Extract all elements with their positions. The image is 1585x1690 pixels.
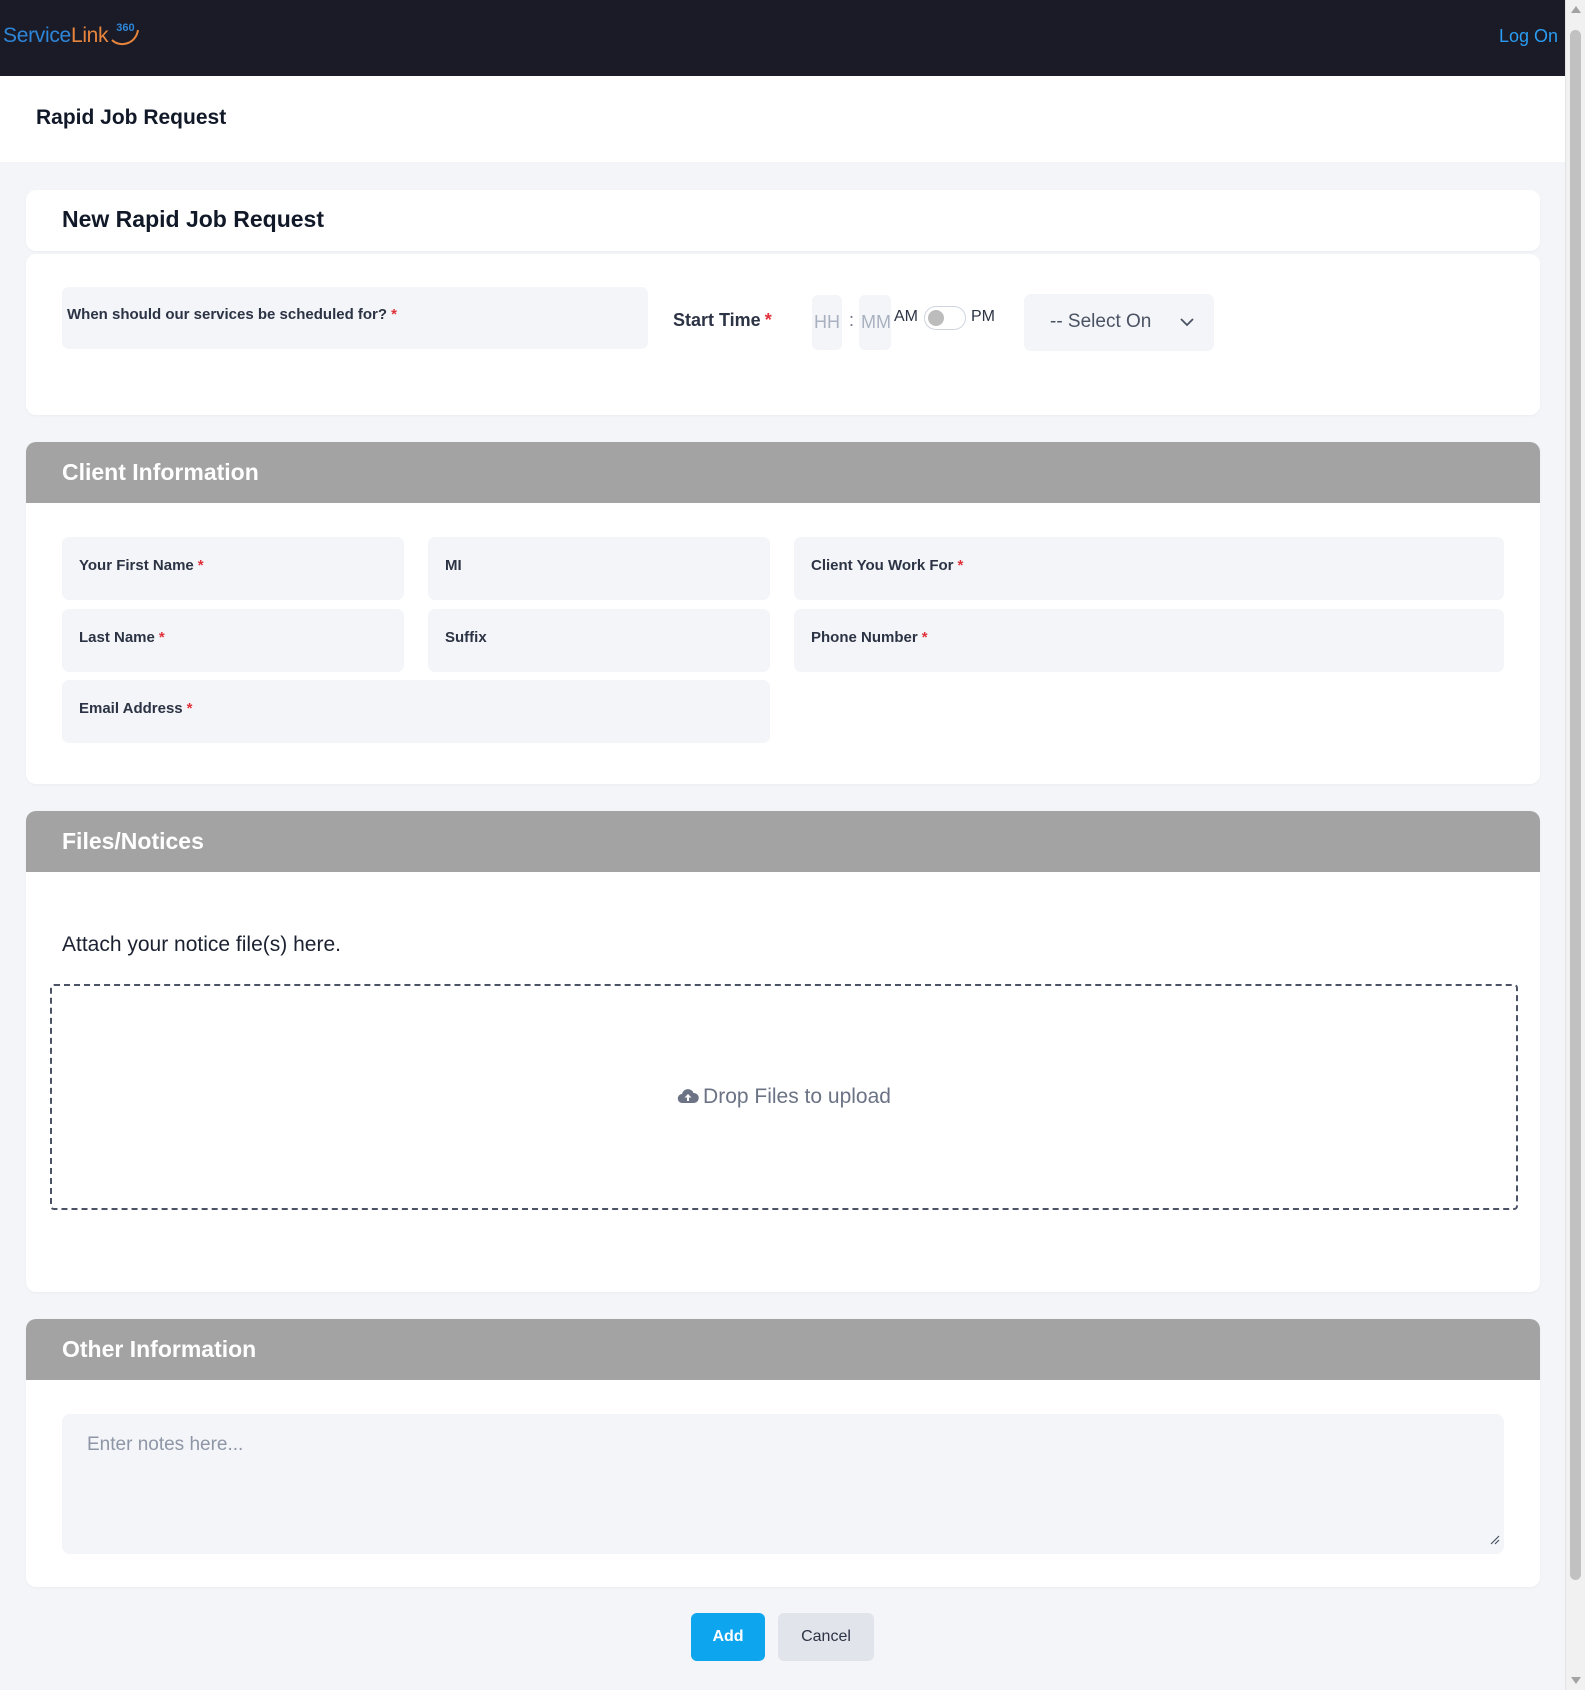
other-information-title: Other Information [62, 1336, 257, 1362]
logo-360-mark: 360 [110, 22, 140, 48]
page-title: Rapid Job Request [36, 106, 227, 129]
file-dropzone[interactable]: Drop Files to upload [50, 984, 1518, 1210]
files-notices-card: Files/Notices Attach your notice file(s)… [26, 811, 1540, 1292]
page-header: Rapid Job Request [0, 76, 1566, 162]
client-information-header: Client Information [26, 442, 1540, 503]
files-notices-title: Files/Notices [62, 828, 204, 854]
attach-instruction: Attach your notice file(s) here. [62, 933, 341, 956]
am-pm-toggle[interactable] [924, 306, 966, 330]
files-notices-header: Files/Notices [26, 811, 1540, 872]
scrollbar-thumb[interactable] [1570, 30, 1581, 1580]
required-marker: * [186, 700, 193, 717]
phone-number-field[interactable]: Phone Number * [794, 609, 1504, 672]
start-time-label: Start Time * [673, 310, 772, 330]
phone-number-label: Phone Number * [811, 629, 928, 646]
required-marker: * [391, 306, 397, 323]
add-button[interactable]: Add [691, 1613, 765, 1661]
notes-textarea[interactable] [62, 1414, 1504, 1554]
client-you-work-for-label: Client You Work For * [811, 557, 964, 574]
email-address-label: Email Address * [79, 700, 193, 717]
last-name-label: Last Name * [79, 629, 165, 646]
am-label: AM [894, 308, 918, 325]
select-on-value: -- Select On [1050, 311, 1152, 332]
hour-input[interactable]: HH [812, 295, 842, 350]
suffix-field[interactable]: Suffix [428, 609, 770, 672]
logo-wordmark: ServiceLink [3, 24, 109, 47]
app-root: ServiceLink 360 Log On Rapid Job Request… [0, 0, 1566, 1690]
hour-placeholder: HH [814, 312, 840, 332]
cancel-button[interactable]: Cancel [778, 1613, 874, 1661]
email-address-field[interactable]: Email Address * [62, 680, 770, 743]
resize-grip-icon[interactable] [1490, 1535, 1500, 1545]
required-marker: * [764, 310, 772, 330]
new-request-title-card: New Rapid Job Request [26, 190, 1540, 251]
required-marker: * [158, 629, 165, 646]
pm-label: PM [971, 308, 995, 325]
required-marker: * [957, 557, 964, 574]
client-you-work-for-field[interactable]: Client You Work For * [794, 537, 1504, 600]
card-title: New Rapid Job Request [62, 206, 324, 232]
scroll-down-arrow-icon[interactable] [1571, 1677, 1581, 1684]
other-information-card: Other Information [26, 1319, 1540, 1587]
last-name-field[interactable]: Last Name * [62, 609, 404, 672]
top-navbar: ServiceLink 360 Log On [0, 0, 1566, 76]
mi-field[interactable]: MI [428, 537, 770, 600]
first-name-field[interactable]: Your First Name * [62, 537, 404, 600]
vertical-scrollbar[interactable] [1565, 0, 1585, 1690]
minute-input[interactable]: MM [859, 295, 891, 350]
suffix-label: Suffix [445, 629, 487, 646]
log-on-link[interactable]: Log On [1499, 26, 1558, 47]
client-information-title: Client Information [62, 459, 259, 485]
other-information-header: Other Information [26, 1319, 1540, 1380]
schedule-card: When should our services be scheduled fo… [26, 254, 1540, 415]
logo-360-text: 360 [116, 22, 135, 34]
select-on-dropdown[interactable]: -- Select On [1024, 294, 1214, 351]
required-marker: * [197, 557, 204, 574]
schedule-date-field[interactable]: When should our services be scheduled fo… [62, 287, 648, 349]
servicelink-logo[interactable]: ServiceLink 360 [3, 22, 140, 54]
time-separator: : [849, 310, 855, 330]
client-information-card: Client Information Your First Name * MI C… [26, 442, 1540, 784]
toggle-knob [928, 310, 944, 326]
scroll-up-arrow-icon[interactable] [1571, 6, 1581, 13]
required-marker: * [921, 629, 928, 646]
schedule-date-label: When should our services be scheduled fo… [67, 306, 397, 323]
first-name-label: Your First Name * [79, 557, 204, 574]
mi-label: MI [445, 557, 462, 574]
drop-files-text: Drop Files to upload [703, 1085, 891, 1108]
minute-placeholder: MM [861, 312, 891, 332]
cloud-upload-icon [677, 1089, 699, 1104]
dropzone-content: Drop Files to upload [52, 1085, 1516, 1109]
chevron-down-icon [1180, 318, 1194, 327]
